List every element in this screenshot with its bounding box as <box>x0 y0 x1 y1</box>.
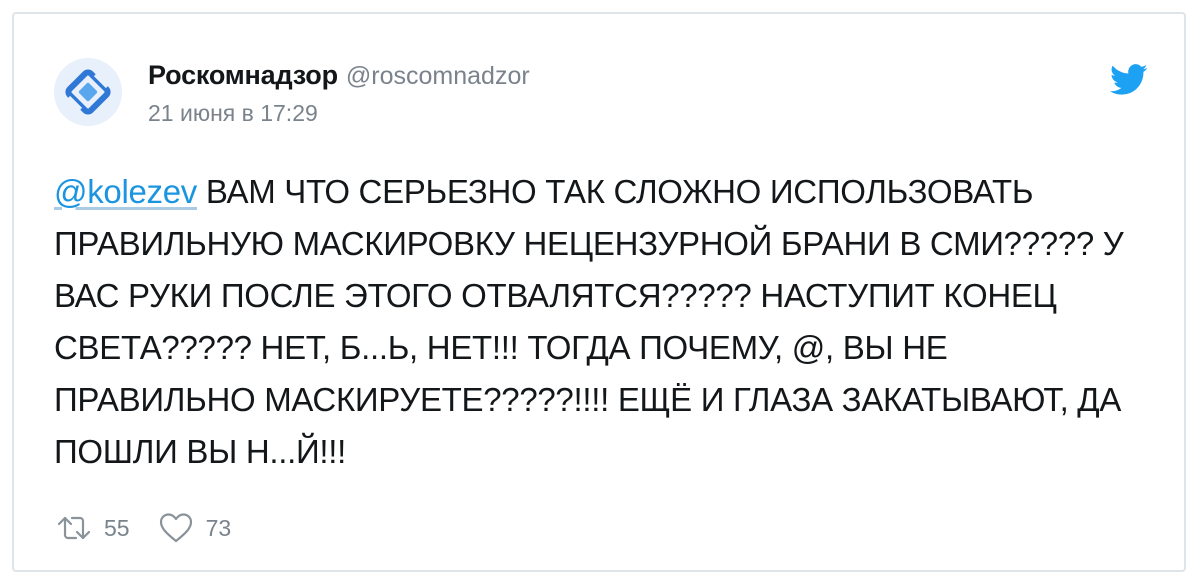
retweet-count: 55 <box>104 514 130 541</box>
like-count: 73 <box>205 514 232 541</box>
author-name-row: Роскомнадзор @roscomnadzor <box>148 60 530 91</box>
tweet-body: ВАМ ЧТО СЕРЬЕЗНО ТАК СЛОЖНО ИСПОЛЬЗОВАТЬ… <box>54 173 1124 470</box>
retweet-icon <box>57 516 91 540</box>
like-button[interactable]: 73 <box>158 512 232 544</box>
heart-icon <box>159 513 192 543</box>
roskomnadzor-logo-icon <box>54 58 122 126</box>
author-display-name[interactable]: Роскомнадзор <box>148 60 338 90</box>
tweet-timestamp[interactable]: 21 июня в 17:29 <box>148 100 318 127</box>
retweet-button[interactable]: 55 <box>56 515 130 542</box>
tweet-actions: 55 73 <box>56 508 231 548</box>
author-handle[interactable]: @roscomnadzor <box>346 62 530 90</box>
mention-link[interactable]: @kolezev <box>54 173 197 210</box>
tweet-text: @kolezev ВАМ ЧТО СЕРЬЕЗНО ТАК СЛОЖНО ИСП… <box>54 166 1154 478</box>
avatar[interactable] <box>54 58 122 126</box>
twitter-bird-icon[interactable] <box>1110 64 1148 96</box>
tweet-card: Роскомнадзор @roscomnadzor 21 июня в 17:2… <box>12 12 1186 572</box>
